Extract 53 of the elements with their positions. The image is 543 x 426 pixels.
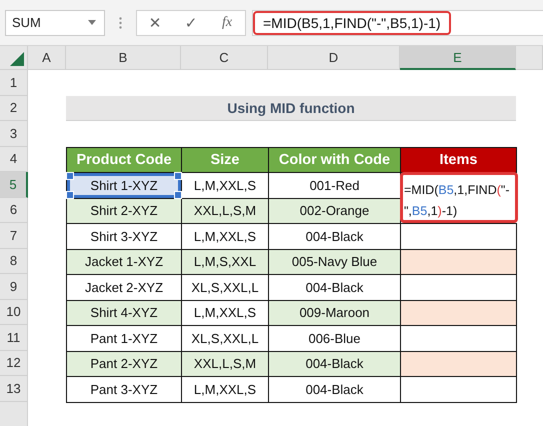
table-cell[interactable]: 009-Maroon	[268, 300, 401, 326]
row-header[interactable]: 12	[0, 350, 28, 376]
cancel-button[interactable]: ✕	[137, 10, 173, 34]
selection-handle[interactable]	[174, 190, 182, 198]
row-header[interactable]: 11	[0, 325, 28, 350]
table-cell[interactable]	[400, 223, 517, 250]
row-header[interactable]: 7	[0, 223, 28, 248]
row-header[interactable]: 3	[0, 121, 28, 146]
row-header[interactable]: 6	[0, 198, 28, 223]
row-header[interactable]: 8	[0, 248, 28, 274]
column-header[interactable]: B	[66, 46, 181, 70]
enter-button[interactable]: ✓	[173, 10, 209, 34]
row-header[interactable]: 4	[0, 146, 28, 172]
cell-editor[interactable]: =MID(B5,1,FIND("-",B5,1)-1)	[400, 172, 518, 223]
name-box[interactable]: SUM	[5, 10, 105, 36]
row-header[interactable]: 2	[0, 96, 28, 121]
table-cell[interactable]: XXL,L,S,M	[181, 350, 269, 377]
formula-field[interactable]: =MID(B5,1,FIND("-",B5,1)-1)	[253, 10, 451, 34]
selection-handle[interactable]	[66, 172, 74, 180]
table-cell[interactable]	[400, 350, 517, 377]
selection-handle[interactable]	[174, 172, 182, 180]
column-header[interactable]: D	[268, 46, 400, 70]
insert-function-button[interactable]: fx	[209, 10, 245, 34]
column-header[interactable]: C	[181, 46, 268, 70]
column-header[interactable]: A	[28, 46, 66, 70]
table-cell[interactable]: Pant 2-XYZ	[66, 350, 182, 377]
table-cell[interactable]: XXL,L,S,M	[181, 198, 269, 224]
row-header[interactable]: 5	[0, 172, 28, 198]
table-cell[interactable]	[400, 248, 517, 275]
table-cell[interactable]: 002-Orange	[268, 198, 401, 224]
sheet-title: Using MID function	[66, 96, 516, 121]
grip-icon	[119, 16, 122, 28]
table-cell[interactable]	[400, 300, 517, 326]
table-cell[interactable]	[400, 376, 517, 402]
row-header[interactable]: 1	[0, 70, 28, 96]
table-cell[interactable]: 004-Black	[268, 350, 401, 377]
table-cell[interactable]: Jacket 1-XYZ	[66, 248, 182, 275]
column-header[interactable]: E	[400, 46, 516, 70]
table-cell[interactable]: 005-Navy Blue	[268, 248, 401, 275]
row-header[interactable]: 10	[0, 300, 28, 325]
row-header[interactable]: 13	[0, 376, 28, 402]
table-header-cell: Size	[181, 146, 269, 173]
select-all-icon[interactable]	[10, 52, 24, 66]
table-header-cell: Product Code	[66, 146, 182, 173]
table-cell[interactable]: Shirt 4-XYZ	[66, 300, 182, 326]
table-header-cell: Items	[400, 146, 517, 173]
table-cell[interactable]: Pant 3-XYZ	[66, 376, 182, 402]
row-header[interactable]: 9	[0, 274, 28, 300]
table-header-cell: Color with Code	[268, 146, 401, 173]
table-cell[interactable]: Shirt 1-XYZ	[66, 172, 182, 198]
selection-handle[interactable]	[66, 190, 74, 198]
caret-icon	[88, 20, 96, 25]
table-cell[interactable]: L,M,S,XXL	[181, 248, 269, 275]
